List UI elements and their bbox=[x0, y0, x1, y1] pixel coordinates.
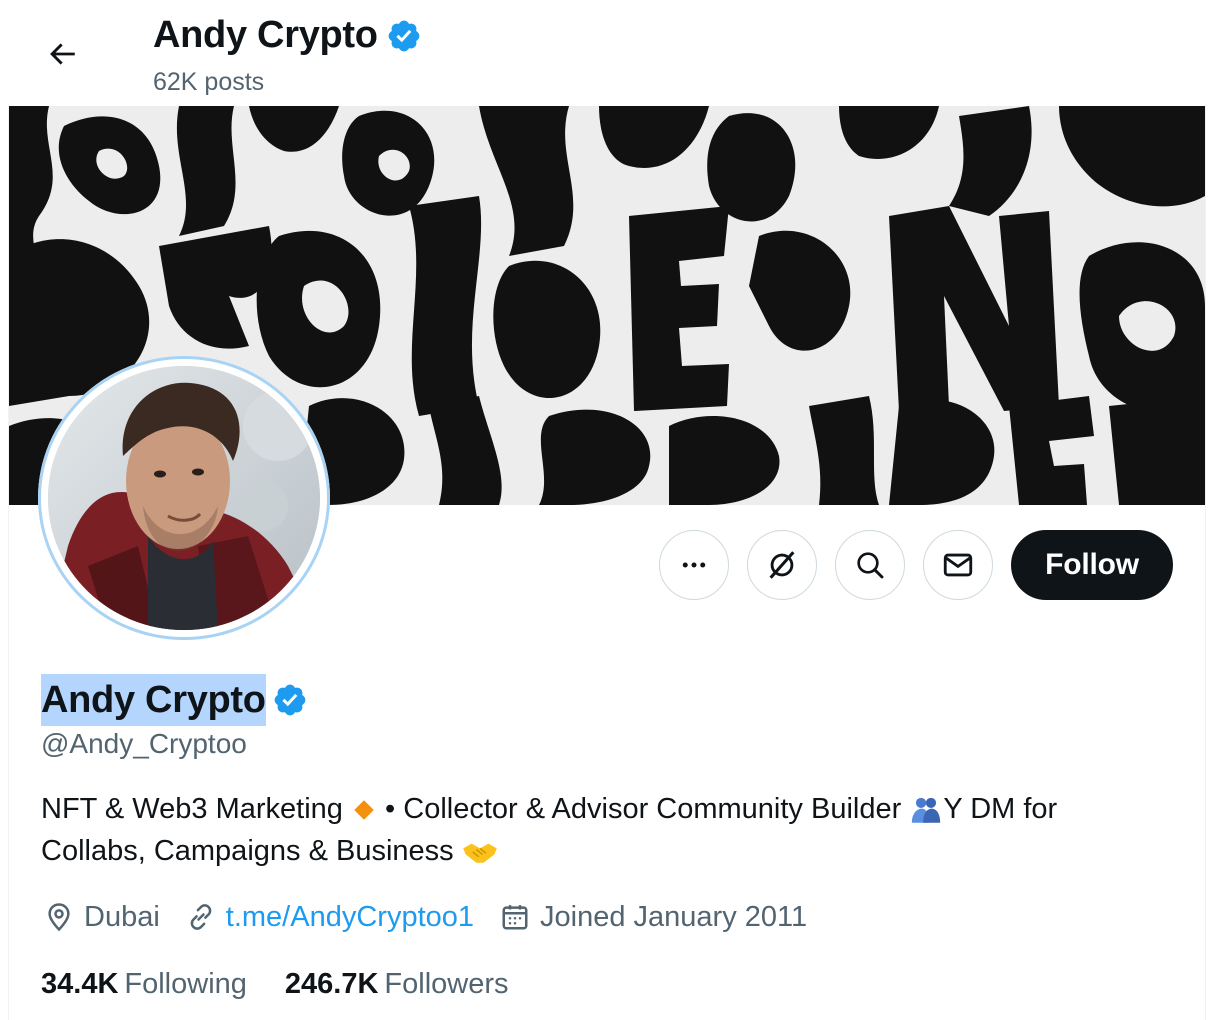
header-name: Andy Crypto bbox=[153, 14, 378, 56]
more-icon bbox=[682, 562, 706, 568]
back-button[interactable] bbox=[38, 30, 86, 78]
followers-link[interactable]: 246.7K Followers bbox=[285, 968, 509, 1001]
website-link[interactable]: t.me/AndyCryptoo1 bbox=[226, 901, 474, 934]
message-icon bbox=[943, 553, 973, 577]
grok-icon bbox=[769, 551, 795, 579]
following-link[interactable]: 34.4K Following bbox=[41, 968, 247, 1001]
followers-label: Followers bbox=[384, 967, 509, 1000]
handshake-icon bbox=[462, 843, 497, 864]
bio-text-2: • Collector & Advisor Community Builder bbox=[376, 793, 910, 825]
profile-name: Andy Crypto bbox=[41, 674, 308, 726]
website: t.me/AndyCryptoo1 bbox=[186, 901, 474, 934]
search-button[interactable] bbox=[835, 530, 905, 600]
more-button[interactable] bbox=[659, 530, 729, 600]
avatar-frame[interactable] bbox=[38, 356, 330, 640]
profile-handle: @Andy_Cryptoo bbox=[41, 728, 247, 759]
follow-stats: 34.4K Following 246.7K Followers bbox=[41, 962, 547, 1006]
bio-text-3: Y DM for bbox=[943, 793, 1058, 825]
following-count: 34.4K bbox=[41, 967, 119, 1000]
link-icon bbox=[190, 904, 212, 930]
profile-name-text: Andy Crypto bbox=[41, 674, 266, 726]
back-arrow-icon bbox=[50, 43, 75, 65]
calendar-icon bbox=[502, 905, 528, 930]
verified-badge-icon[interactable] bbox=[272, 682, 308, 718]
grok-button[interactable] bbox=[747, 530, 817, 600]
avatar[interactable] bbox=[48, 366, 320, 630]
profile-meta: Dubai t.me/AndyCryptoo1 Joined January 2… bbox=[44, 892, 833, 942]
follow-button[interactable]: Follow bbox=[1011, 530, 1173, 600]
search-icon bbox=[857, 552, 884, 579]
join-date: Joined January 2011 bbox=[500, 901, 807, 934]
following-label: Following bbox=[124, 967, 247, 1000]
followers-count: 246.7K bbox=[284, 967, 379, 1000]
bio-text-4: Collabs, Campaigns & Business bbox=[41, 835, 462, 867]
location: Dubai bbox=[44, 901, 160, 934]
profile-bio: NFT & Web3 Marketing • Collector & Advis… bbox=[41, 788, 1161, 872]
orange-diamond-icon bbox=[354, 800, 374, 821]
top-bar: Andy Crypto 62K posts bbox=[0, 0, 1226, 106]
people-hugging-icon bbox=[912, 798, 941, 824]
bio-text-1: NFT & Web3 Marketing bbox=[41, 793, 351, 825]
header-posts-count: 62K posts bbox=[153, 68, 265, 96]
join-date-text: Joined January 2011 bbox=[540, 900, 808, 933]
header-title: Andy Crypto bbox=[153, 14, 422, 57]
location-text: Dubai bbox=[84, 900, 160, 933]
verified-badge-icon bbox=[388, 20, 420, 51]
avatar-photo bbox=[48, 366, 320, 630]
location-pin-icon bbox=[48, 903, 70, 932]
message-button[interactable] bbox=[923, 530, 993, 600]
